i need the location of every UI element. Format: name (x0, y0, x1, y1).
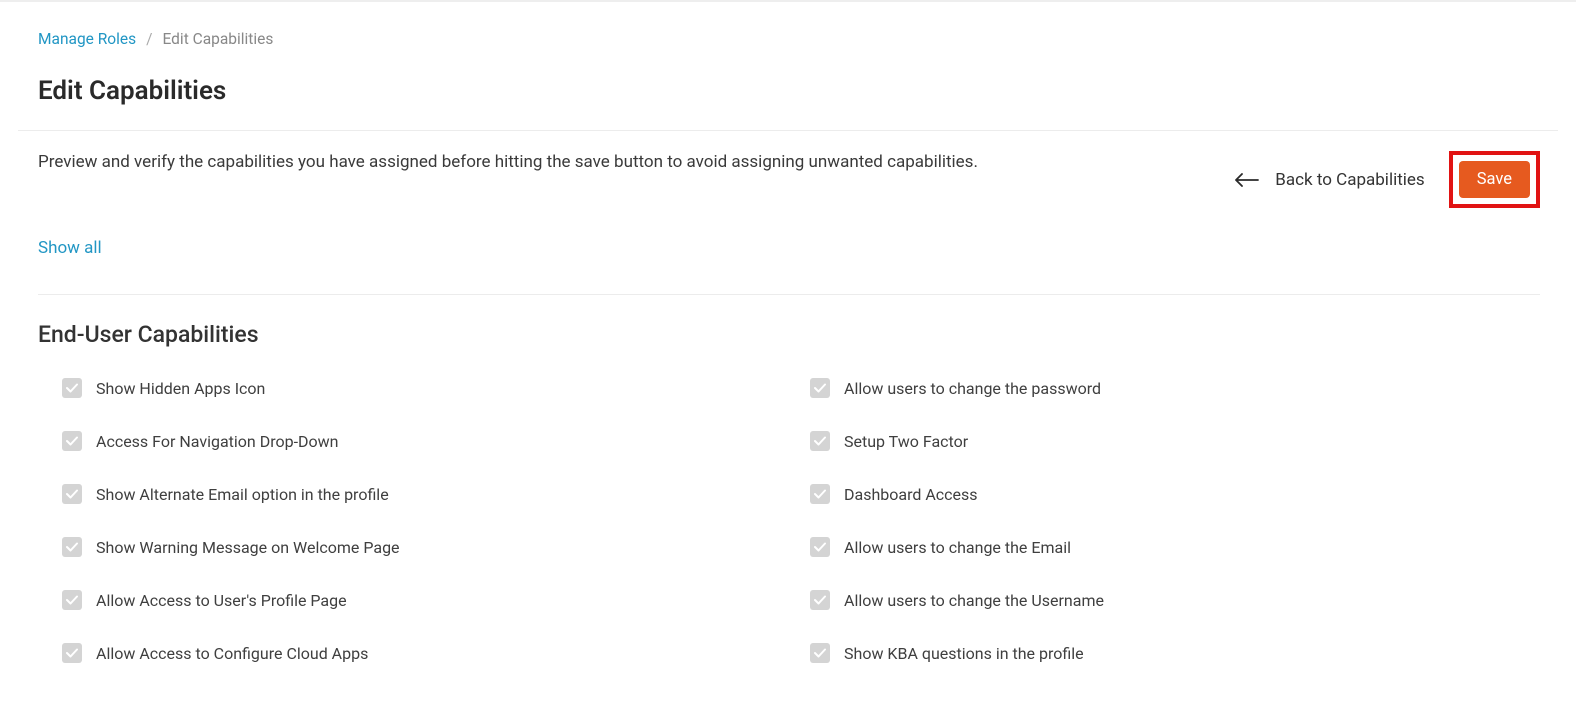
capability-label: Allow users to change the Username (844, 591, 1104, 610)
arrow-left-icon (1235, 173, 1259, 187)
back-to-capabilities-link[interactable]: Back to Capabilities (1235, 170, 1424, 190)
capability-item: Allow users to change the password (810, 378, 1558, 398)
capability-label: Allow users to change the password (844, 379, 1101, 398)
checkbox[interactable] (810, 537, 830, 557)
capability-item: Show KBA questions in the profile (810, 643, 1558, 663)
breadcrumb-link-manage-roles[interactable]: Manage Roles (38, 30, 136, 48)
checkbox[interactable] (62, 643, 82, 663)
capability-label: Access For Navigation Drop-Down (96, 432, 339, 451)
section-divider (38, 294, 1540, 295)
breadcrumb-separator: / (146, 30, 152, 48)
capability-label: Allow users to change the Email (844, 538, 1071, 557)
show-all-link[interactable]: Show all (38, 238, 102, 258)
capability-item: Setup Two Factor (810, 431, 1558, 451)
capability-item: Allow users to change the Username (810, 590, 1558, 610)
capability-label: Dashboard Access (844, 485, 978, 504)
breadcrumb: Manage Roles / Edit Capabilities (38, 2, 1558, 48)
checkbox[interactable] (62, 378, 82, 398)
content: Manage Roles / Edit Capabilities Edit Ca… (0, 2, 1576, 663)
checkbox[interactable] (810, 590, 830, 610)
capability-label: Allow Access to Configure Cloud Apps (96, 644, 368, 663)
capability-item: Show Alternate Email option in the profi… (62, 484, 810, 504)
capability-item: Allow users to change the Email (810, 537, 1558, 557)
capability-label: Allow Access to User's Profile Page (96, 591, 347, 610)
checkbox[interactable] (62, 484, 82, 504)
back-label: Back to Capabilities (1275, 170, 1424, 190)
save-highlight-box: Save (1449, 151, 1540, 208)
checkbox[interactable] (810, 378, 830, 398)
description-text: Preview and verify the capabilities you … (38, 151, 1058, 175)
checkbox[interactable] (62, 590, 82, 610)
capabilities-col-left: Show Hidden Apps Icon Access For Navigat… (62, 378, 810, 663)
capability-label: Show Warning Message on Welcome Page (96, 538, 400, 557)
capability-label: Show Hidden Apps Icon (96, 379, 265, 398)
save-button[interactable]: Save (1459, 161, 1530, 198)
action-row: Preview and verify the capabilities you … (38, 131, 1558, 208)
section-title: End-User Capabilities (38, 321, 1558, 348)
breadcrumb-current: Edit Capabilities (163, 30, 274, 48)
capabilities-grid: Show Hidden Apps Icon Access For Navigat… (38, 378, 1558, 663)
checkbox[interactable] (62, 431, 82, 451)
capability-item: Show Hidden Apps Icon (62, 378, 810, 398)
checkbox[interactable] (810, 431, 830, 451)
capability-item: Access For Navigation Drop-Down (62, 431, 810, 451)
capability-item: Allow Access to Configure Cloud Apps (62, 643, 810, 663)
capabilities-col-right: Allow users to change the password Setup… (810, 378, 1558, 663)
capability-label: Show Alternate Email option in the profi… (96, 485, 389, 504)
capability-item: Allow Access to User's Profile Page (62, 590, 810, 610)
capability-item: Show Warning Message on Welcome Page (62, 537, 810, 557)
capability-label: Show KBA questions in the profile (844, 644, 1084, 663)
checkbox[interactable] (810, 643, 830, 663)
page-title: Edit Capabilities (38, 76, 1558, 106)
capability-item: Dashboard Access (810, 484, 1558, 504)
checkbox[interactable] (62, 537, 82, 557)
actions: Back to Capabilities Save (1235, 151, 1540, 208)
capability-label: Setup Two Factor (844, 432, 968, 451)
checkbox[interactable] (810, 484, 830, 504)
